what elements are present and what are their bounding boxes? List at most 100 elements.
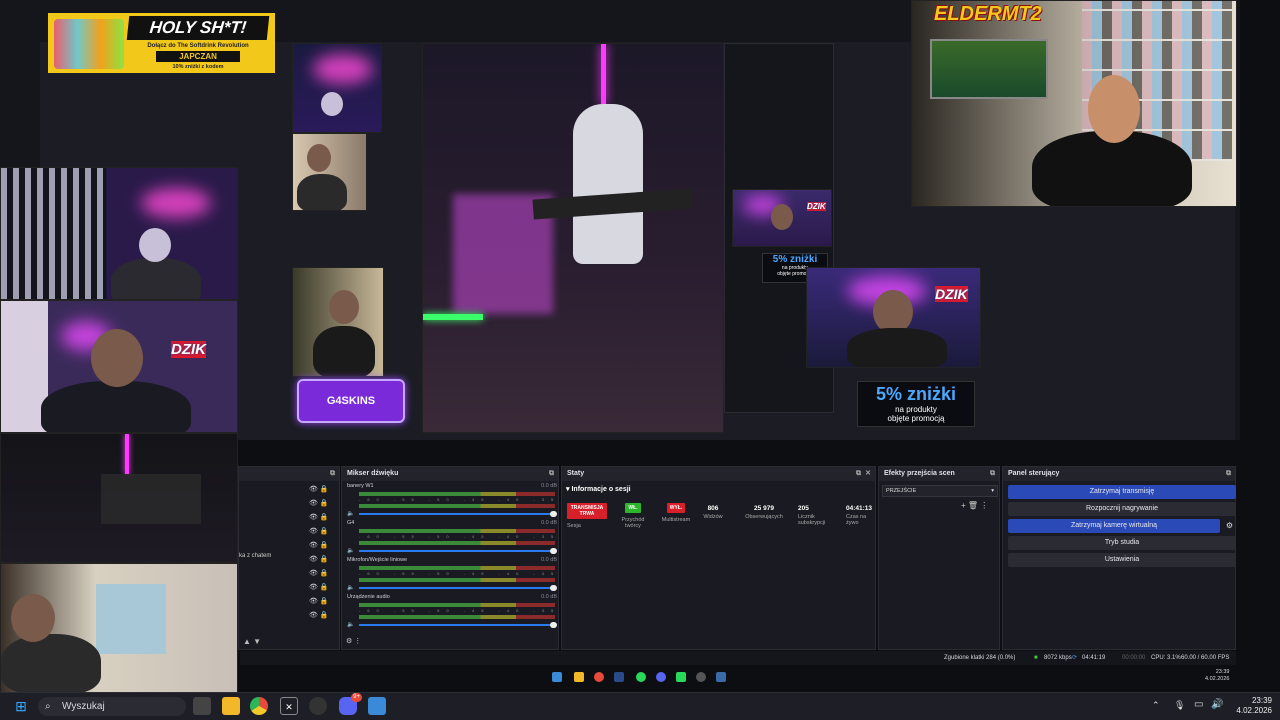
taskbar-clock[interactable]: 23:39 4.02.2026 [1236,696,1272,716]
subs-label: Licznik subskrypcji [798,514,826,526]
eye-icon[interactable]: 👁 🔒 [309,539,339,553]
stop-virtualcam-button[interactable]: Zatrzymaj kamerę wirtualną [1008,519,1220,533]
mixer-channel: Urządzenie audio 0.0 dB -60 -55 -50 -45 … [347,594,557,630]
volume-slider[interactable] [359,622,557,628]
streamer-logo: ELDERMT2 [934,3,1042,25]
mini-cam-3 [292,267,384,377]
volume-icon[interactable]: 🔊 [1211,699,1223,710]
more-icon[interactable]: ⋮ [980,501,988,510]
dock-float-icon[interactable]: ⧉ [990,467,995,481]
add-icon[interactable]: + [961,501,966,510]
stripes [1,168,106,299]
person [847,328,947,367]
stop-stream-button[interactable]: Zatrzymaj transmisję [1008,485,1236,499]
volume-slider[interactable] [359,548,557,554]
monitor-icon[interactable]: ▭ [1194,699,1203,710]
close-icon[interactable]: ✕ [865,467,871,481]
head [307,144,331,172]
dock-float-icon[interactable]: ⧉ [1226,467,1231,481]
transitions-title-text: Efekty przejścia scen [884,470,955,477]
steam-icon [716,672,726,682]
dock-float-icon[interactable]: ⧉ [330,467,335,481]
level-meter [359,578,555,582]
eye-icon[interactable]: 👁 🔒 [309,609,339,623]
dock-float-icon[interactable]: ⧉ [549,467,554,481]
volume-slider[interactable] [359,585,557,591]
mixer-channel: G4 0.0 dB -60 -55 -50 -45 -40 -35 -30 -2… [347,520,557,556]
channel-db: 0.0 dB [541,483,557,489]
eye-icon[interactable]: 👁 🔒 [309,581,339,595]
inner-time: 23:39 [1215,669,1230,675]
income-badge: WŁ. [625,503,641,513]
eye-icon[interactable]: 👁 🔒 [309,567,339,581]
channel-db: 0.0 dB [541,520,557,526]
volume-slider[interactable] [359,511,557,517]
volume-icon[interactable]: 🔈 [347,584,354,591]
eye-icon[interactable]: 👁 🔒 [309,553,339,567]
move-arrows-icon[interactable]: ▲ ▼ [243,637,261,646]
center-camera [422,43,724,433]
trash-icon[interactable]: 🗑 [968,501,978,510]
level-meter [359,603,555,607]
stat-subs: 205 Licznik subskrypcji [798,505,838,526]
spotify-icon [636,672,646,682]
settings-button[interactable]: Ustawienia [1008,553,1236,567]
level-meter [359,529,555,533]
source-label[interactable]: ka z chatem [239,553,271,559]
obs-icon[interactable] [309,697,327,715]
chrome-icon[interactable] [250,697,268,715]
sources-dock-head: ⧉ [239,467,339,481]
discount-box: 5% zniżki na produkty objęte promocją [857,381,975,427]
photos-icon[interactable] [368,697,386,715]
live-duration: 04:41:19 [1082,655,1106,661]
person-back [573,104,643,264]
eye-icon[interactable]: 👁 🔒 [309,525,339,539]
taskbar-date: 4.02.2026 [1236,706,1272,715]
stat-live: TRANSMISJA TRWA Sesja [567,503,607,529]
left-cam-4 [0,563,238,693]
promo-line2: 10% zniżki z kodem [172,64,224,70]
chevron-down-icon: ▾ [991,488,994,494]
sources-dock: ⧉ ka z chatem 👁 🔒 👁 🔒 👁 🔒 👁 🔒 👁 🔒 👁 🔒 👁 🔒 👁 🔒 👁 … [238,466,340,650]
transition-select[interactable]: PRZEJŚCIE ▾ [882,485,998,497]
search-input[interactable]: ⌕ Wyszukaj [38,697,186,716]
discord-icon[interactable]: 9+ [339,693,362,715]
meter-ticks: -60 -55 -50 -45 -40 -35 -30 -25 -20 -15 … [359,497,555,502]
start-recording-button[interactable]: Rozpocznij nagrywanie [1008,502,1236,516]
head [321,92,343,116]
eye-icon[interactable]: 👁 🔒 [309,595,339,609]
mixer-channel: banery W1 0.0 dB -60 -55 -50 -45 -40 -35… [347,483,557,519]
head [91,329,143,387]
discount-big: 5% zniżki [875,384,957,404]
xbox-icon[interactable]: ✕ [280,697,298,715]
windows-start-icon[interactable]: ⊞ [12,697,30,715]
window-view [96,584,166,654]
meter-ticks: -60 -55 -50 -45 -40 -35 -30 -25 -20 -15 … [359,608,555,613]
folder-icon[interactable] [222,697,240,715]
volume-icon[interactable]: 🔈 [347,547,354,554]
dock-float-icon[interactable]: ⧉ [856,467,861,481]
discord-icon [656,672,666,682]
mixer-settings-icon[interactable]: ⚙ ⋮ [346,637,361,645]
person [41,381,191,432]
volume-icon[interactable]: 🔈 [347,621,354,628]
eye-icon[interactable]: 👁 🔒 [309,497,339,511]
studio-mode-button[interactable]: Tryb studia [1008,536,1236,550]
meter-ticks: -60 -55 -50 -45 -40 -35 -30 -25 -20 -15 … [359,534,555,539]
neon-light [601,44,606,104]
left-cam-2: DZIK [0,300,238,433]
chevron-up-icon[interactable]: ⌃ [1152,700,1160,711]
microphone-icon[interactable]: 🎙 [1174,700,1185,711]
viewers-label: Widzów [703,514,723,520]
task-view-icon[interactable] [193,697,211,715]
channel-db: 0.0 dB [541,594,557,600]
head [11,594,55,642]
eye-icon[interactable]: 👁 🔒 [309,483,339,497]
dzik-logo: DZIK [171,341,206,358]
gear-icon[interactable]: ⚙ [1223,519,1236,533]
person [111,258,201,299]
volume-icon[interactable]: 🔈 [347,510,354,517]
neon-glow [313,54,373,84]
eye-icon[interactable]: 👁 🔒 [309,511,339,525]
controls-title: Panel sterujący ⧉ [1003,467,1235,481]
